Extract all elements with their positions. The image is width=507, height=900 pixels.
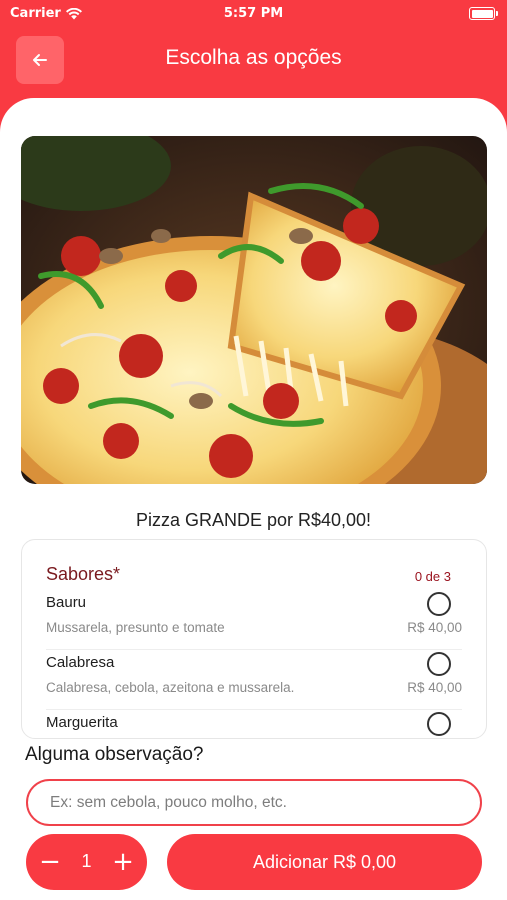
add-to-cart-button[interactable]: Adicionar R$ 0,00	[167, 834, 482, 890]
increment-button[interactable]: +	[103, 834, 143, 890]
flavor-radio[interactable]	[427, 592, 451, 616]
flavor-name: Marguerita	[46, 714, 118, 731]
flavor-name: Bauru	[46, 594, 87, 611]
battery-icon	[469, 7, 498, 20]
flavors-title: Sabores*	[46, 564, 121, 584]
pizza-photo	[21, 136, 487, 484]
flavor-description: Mussarela, presunto e tomate	[46, 620, 225, 635]
flavors-header: Sabores* 0 de 3	[46, 564, 462, 588]
page-title: Escolha as opções	[165, 46, 342, 69]
observation-label: Alguma observação?	[25, 744, 204, 765]
flavor-item-marguerita[interactable]: Marguerita	[46, 710, 462, 738]
flavor-item-calabresa[interactable]: Calabresa Calabresa, cebola, azeitona e …	[46, 650, 462, 710]
flavor-item-bauru[interactable]: Bauru Mussarela, presunto e tomate R$ 40…	[46, 590, 462, 650]
status-bar: Carrier 5:57 PM	[0, 0, 507, 30]
observation-input[interactable]	[26, 779, 482, 826]
quantity-stepper: − 1 +	[26, 834, 147, 890]
flavors-count: 0 de 3	[414, 569, 451, 584]
clock: 5:57 PM	[223, 6, 284, 21]
flavor-price: R$ 40,00	[407, 620, 462, 635]
flavors-section: Sabores* 0 de 3 Bauru Mussarela, presunt…	[21, 539, 487, 739]
flavor-price: R$ 40,00	[407, 680, 462, 695]
flavor-description: Calabresa, cebola, azeitona e mussarela.	[46, 680, 295, 695]
content-card: Pizza GRANDE por R$40,00! Sabores* 0 de …	[0, 98, 507, 900]
flavor-radio[interactable]	[427, 652, 451, 676]
flavor-name: Calabresa	[46, 654, 115, 671]
offer-headline: Pizza GRANDE por R$40,00!	[135, 510, 372, 530]
flavor-radio[interactable]	[427, 712, 451, 736]
header: Escolha as opções	[0, 30, 507, 100]
